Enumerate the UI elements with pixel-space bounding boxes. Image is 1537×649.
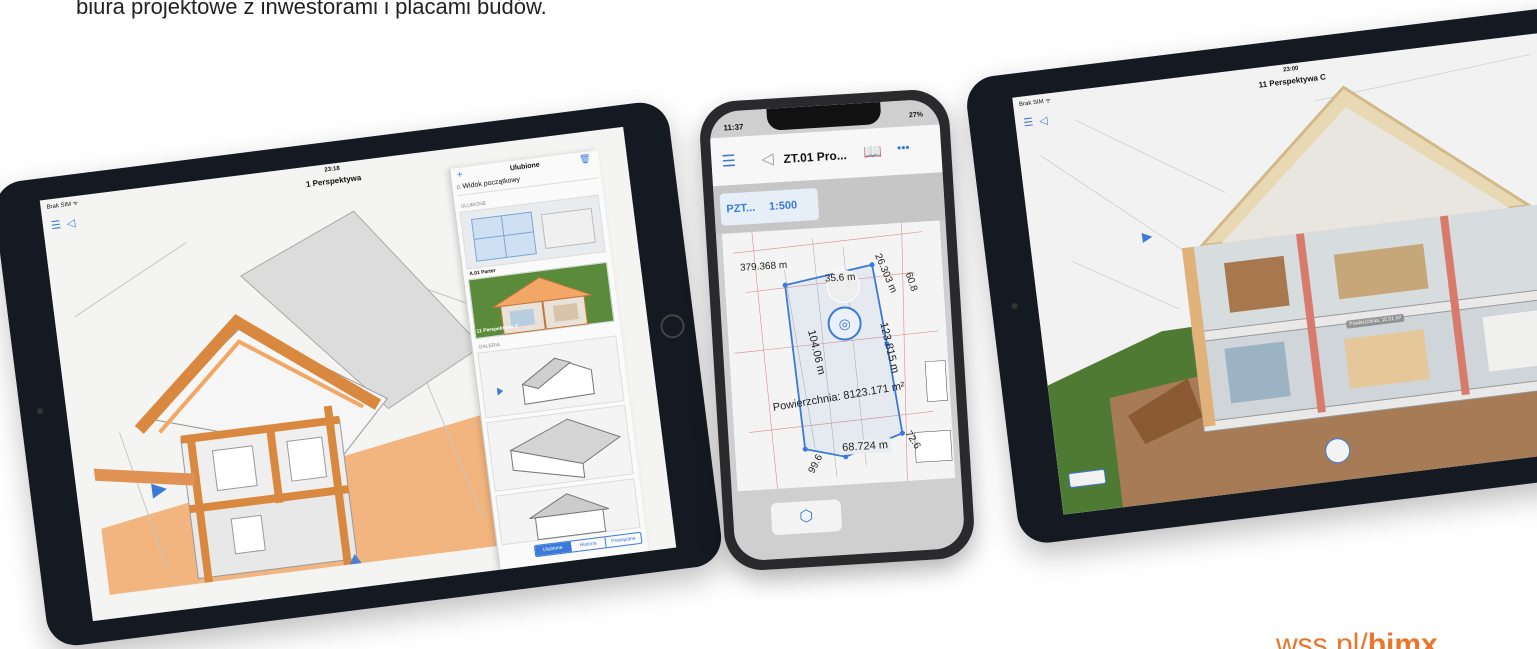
phone-device: 11:37 27% ☰ ◁ ZT.01 Pro... 📖 ••• PZT... 1… [697,87,977,573]
scale-value: 1:500 [768,199,798,213]
brand-url[interactable]: wss.pl/bimx [1276,628,1438,649]
site-plan-view[interactable]: 379.368 m 26.303 m 35.6 m 60.8 104.06 m … [721,220,956,492]
scale-button-label: PZT... [726,201,756,216]
phone-clock: 11:37 [723,122,744,133]
home-button[interactable] [659,312,686,340]
back-icon[interactable]: ◁ [761,149,775,170]
marketing-stage: biura projektowe z inwestorami i placami… [0,0,1537,649]
phone-view-title: ZT.01 Pro... [783,148,848,166]
book-icon[interactable]: 📖 [863,142,883,161]
scale-button[interactable]: PZT... 1:500 [719,187,820,226]
house-cutaway-3d-illustration[interactable] [1012,29,1537,515]
list-icon[interactable]: ☰ [721,151,737,172]
phone-screen[interactable]: 11:37 27% ☰ ◁ ZT.01 Pro... 📖 ••• PZT... 1… [708,98,966,562]
tab-historia[interactable]: Historia [570,537,608,552]
nav-icons: ☰◁ [50,216,82,233]
right-ipad: Brak SIM ᯤ 23:00 11 Perspektywa C ☰◁ Pow… [963,3,1537,547]
headline-text: biura projektowe z inwestorami i placami… [76,0,547,19]
back-icon[interactable]: ◁ [66,217,82,231]
brand-url-prefix: wss.pl/ [1276,628,1368,649]
left-ipad-screen[interactable]: Brak SIM ᯤ 23:18 1 Perspektywa ☰◁ + Ulub… [39,126,677,622]
camera-icon [1011,302,1018,310]
phone-battery: 27% [908,111,924,120]
measure-label: 35.6 m [824,271,856,285]
gallery-item-2[interactable] [486,404,634,492]
brand-url-bold: bimx [1367,628,1438,649]
more-icon[interactable]: ••• [897,140,910,155]
tab-powiazane[interactable]: Powiązane [606,533,642,547]
gallery-house-2 [509,418,621,478]
cube-icon: ⬡ [798,507,814,526]
list-icon[interactable]: ☰ [50,218,67,232]
right-ipad-screen[interactable]: Brak SIM ᯤ 23:00 11 Perspektywa C ☰◁ Pow… [1012,29,1537,515]
left-ipad: Brak SIM ᯤ 23:18 1 Perspektywa ☰◁ + Ulub… [0,99,725,649]
trash-icon[interactable]: 🗑 [579,153,592,165]
3d-view-button[interactable]: ⬡ [770,499,843,536]
phone-bottom-bar: ⬡ [731,477,966,562]
house-section-3d-illustration[interactable] [64,188,507,595]
start-view-label: Widok początkowy [462,176,521,191]
tab-ulubione[interactable]: Ulubione [534,541,572,557]
camera-icon [36,407,44,415]
